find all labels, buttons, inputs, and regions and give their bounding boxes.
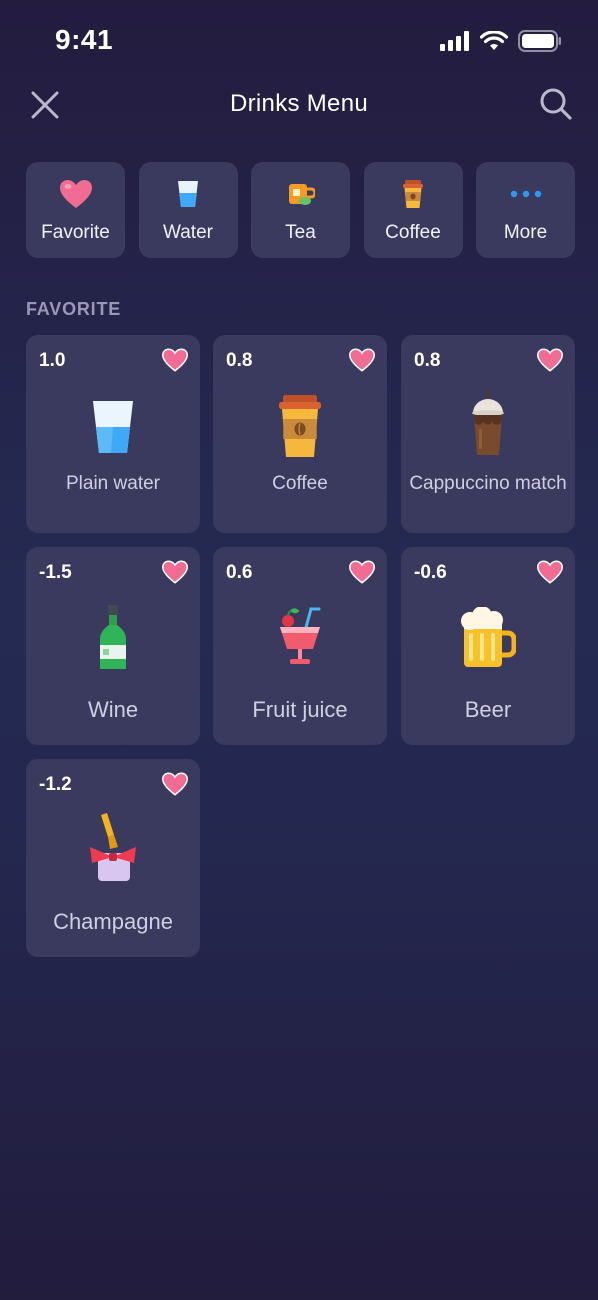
category-tea[interactable]: Tea: [251, 162, 350, 258]
drink-icon-wrap: [26, 813, 200, 885]
fruit-juice-icon: [280, 607, 321, 664]
category-more[interactable]: More: [476, 162, 575, 258]
coffee-cup-icon: [279, 395, 321, 457]
drink-name: Champagne: [53, 909, 173, 934]
wifi-icon: [480, 31, 508, 50]
favorite-heart-icon[interactable]: [162, 772, 188, 796]
drink-score: -1.2: [39, 774, 72, 795]
beer-mug-icon: [461, 607, 516, 667]
drink-card[interactable]: 0.6 Fruit juice: [213, 547, 387, 745]
category-favorite[interactable]: Favorite: [26, 162, 125, 258]
category-icon-wrap: [402, 178, 424, 210]
water-glass-icon: [93, 401, 133, 453]
favorite-heart-icon[interactable]: [537, 348, 563, 372]
drink-card[interactable]: -1.2 Champagne: [26, 759, 200, 957]
drink-score: -0.6: [414, 562, 447, 583]
drink-icon-wrap: [401, 603, 575, 673]
wine-bottle-icon: [100, 605, 126, 669]
category-icon-wrap: [177, 178, 199, 210]
water-glass-icon: [178, 181, 198, 207]
drink-icon-wrap: [213, 603, 387, 673]
favorite-heart-icon[interactable]: [162, 560, 188, 584]
drink-icon-wrap: [26, 391, 200, 461]
champagne-bottle-icon: [90, 813, 136, 881]
tea-cup-icon: [288, 184, 315, 205]
section-title: FAVORITE: [26, 299, 122, 319]
drink-score: 0.6: [226, 562, 253, 583]
favorite-heart-icon[interactable]: [349, 560, 375, 584]
battery-icon: [518, 30, 561, 52]
iced-coffee-icon: [472, 389, 504, 455]
category-label: Tea: [285, 222, 316, 243]
drink-score: 0.8: [226, 350, 253, 371]
search-button[interactable]: [538, 86, 574, 122]
category-icon-wrap: [287, 178, 315, 210]
drink-card[interactable]: 1.0 Plain water: [26, 335, 200, 533]
drink-name: Wine: [87, 697, 139, 722]
heart-icon: [59, 180, 92, 208]
drink-score: -1.5: [39, 562, 72, 583]
nav-bar: Drinks Menu: [0, 80, 598, 130]
status-time: 9:41: [55, 24, 114, 55]
drink-icon-wrap: [26, 603, 200, 673]
status-bar: 9:41: [0, 0, 598, 84]
category-label: Water: [163, 222, 213, 243]
drink-icon-wrap: [213, 391, 387, 461]
search-icon: [540, 88, 572, 120]
drink-name: Plain water: [66, 473, 160, 494]
status-icons: [440, 30, 562, 52]
drink-card[interactable]: 0.8 Coffee: [213, 335, 387, 533]
drink-score: 0.8: [414, 350, 441, 371]
category-label: Favorite: [41, 222, 110, 243]
category-icon-wrap: [59, 178, 93, 210]
coffee-cup-icon: [403, 180, 423, 208]
favorite-heart-icon[interactable]: [537, 560, 563, 584]
category-row: Favorite Water Tea Coffee More: [26, 162, 575, 258]
favorite-heart-icon[interactable]: [349, 348, 375, 372]
drink-name: Coffee: [272, 473, 328, 494]
drink-name: Fruit juice: [252, 697, 348, 722]
drink-name: Cappuccino match: [409, 473, 567, 494]
drink-card[interactable]: -0.6 Beer: [401, 547, 575, 745]
category-label: Coffee: [385, 222, 441, 243]
drink-icon-wrap: [401, 389, 575, 461]
category-coffee[interactable]: Coffee: [363, 162, 463, 258]
page-title: Drinks Menu: [229, 90, 368, 117]
drink-name: Beer: [464, 697, 512, 722]
category-label: More: [503, 222, 548, 243]
more-dots-icon: [510, 190, 541, 198]
category-icon-wrap: [510, 178, 542, 210]
category-water[interactable]: Water: [138, 162, 238, 258]
drink-card[interactable]: 0.8 Cappuccino match: [401, 335, 575, 533]
drink-card[interactable]: -1.5 Wine: [26, 547, 200, 745]
favorite-heart-icon[interactable]: [162, 348, 188, 372]
drink-score: 1.0: [39, 350, 66, 371]
cellular-signal-icon: [440, 31, 469, 51]
